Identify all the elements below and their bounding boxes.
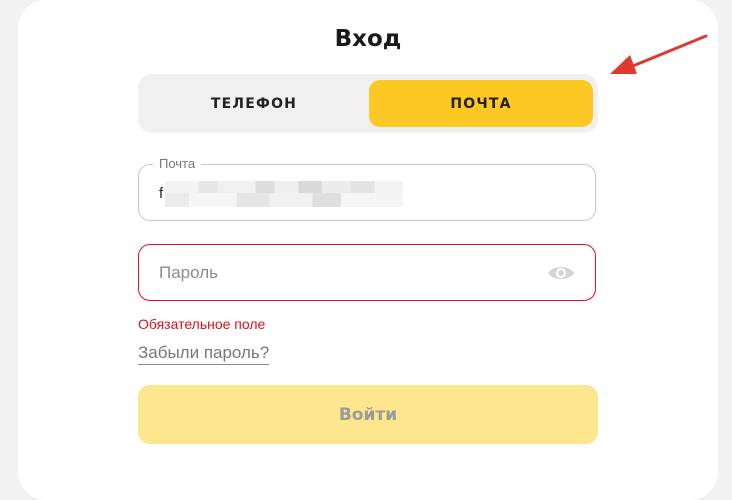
login-method-toggle: ТЕЛЕФОН ПОЧТА: [138, 74, 598, 133]
email-field-value: f: [159, 185, 164, 202]
login-submit-button[interactable]: Войти: [138, 385, 598, 444]
tab-email[interactable]: ПОЧТА: [369, 80, 593, 127]
eye-icon[interactable]: [547, 264, 575, 282]
tab-phone[interactable]: ТЕЛЕФОН: [142, 80, 366, 127]
password-field[interactable]: Пароль: [138, 244, 596, 301]
password-placeholder: Пароль: [159, 263, 218, 282]
redacted-email-mask: [165, 181, 403, 207]
forgot-password-link[interactable]: Забыли пароль?: [138, 343, 270, 365]
red-arrow-icon: [610, 34, 708, 74]
password-error-message: Обязательное поле: [138, 316, 266, 332]
email-field[interactable]: Почта f: [138, 156, 596, 221]
email-field-label: Почта: [153, 156, 202, 171]
